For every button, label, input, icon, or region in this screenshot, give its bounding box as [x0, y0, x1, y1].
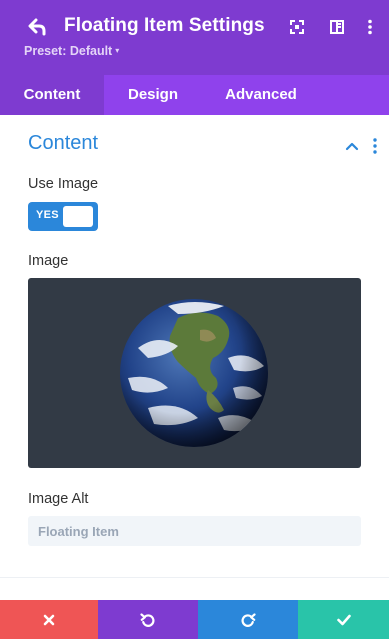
save-button[interactable]: [298, 600, 389, 639]
section-title[interactable]: Content: [28, 132, 98, 155]
tab-bar: Content Design Advanced: [0, 75, 389, 115]
sidebar-layout-icon: [330, 20, 344, 34]
undo-button[interactable]: [98, 600, 198, 639]
next-section-peek: [30, 592, 70, 600]
image-label: Image: [28, 253, 69, 269]
use-image-label: Use Image: [28, 176, 99, 192]
tab-design[interactable]: Design: [104, 75, 202, 115]
section-menu-icon[interactable]: [370, 137, 380, 155]
preset-label: Preset: Default: [24, 44, 113, 58]
vertical-dots-icon: [368, 19, 372, 35]
settings-header: Floating Item Settings Preset: Default ▾: [0, 0, 389, 75]
settings-title: Floating Item Settings: [64, 15, 265, 36]
tab-content[interactable]: Content: [0, 75, 104, 115]
toggle-state-text: YES: [36, 209, 59, 221]
redo-icon: [241, 612, 256, 627]
split-view-button[interactable]: [327, 17, 347, 37]
redo-button[interactable]: [198, 600, 298, 639]
preset-selector[interactable]: Preset: Default ▾: [24, 44, 119, 58]
image-alt-label: Image Alt: [28, 491, 89, 507]
close-icon: [43, 614, 55, 625]
fullscreen-button[interactable]: [287, 17, 307, 37]
undo-icon: [140, 612, 155, 627]
image-alt-input[interactable]: [28, 516, 361, 546]
use-image-toggle[interactable]: YES: [28, 202, 98, 231]
section-divider: [0, 577, 389, 578]
toggle-knob: [63, 206, 93, 227]
back-button[interactable]: [26, 15, 50, 39]
tab-advanced[interactable]: Advanced: [202, 75, 320, 115]
more-options-button[interactable]: [360, 17, 380, 37]
discard-button[interactable]: [0, 600, 98, 639]
earth-globe-image: [120, 299, 268, 447]
back-arrow-icon: [28, 18, 46, 36]
image-upload-preview[interactable]: [28, 278, 361, 468]
caret-down-icon: ▾: [115, 46, 120, 55]
check-icon: [336, 614, 351, 625]
expand-icon: [290, 20, 304, 34]
chevron-up-icon[interactable]: [344, 138, 360, 154]
footer-actions: [0, 600, 389, 639]
